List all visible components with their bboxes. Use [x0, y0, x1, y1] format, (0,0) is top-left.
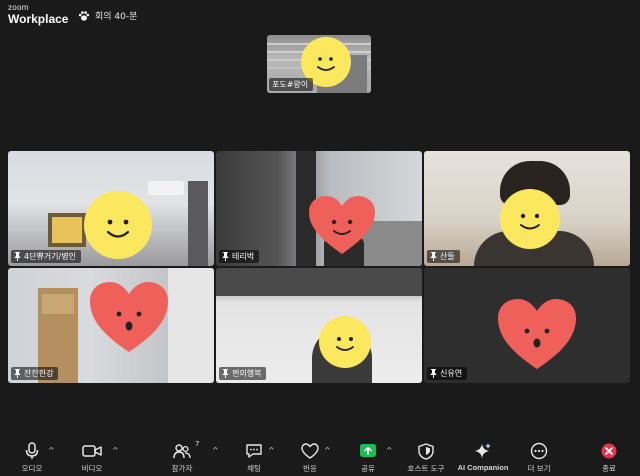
smile-emoji-cover [319, 316, 371, 368]
brand-bottom: Workplace [8, 12, 69, 26]
video-tile-4[interactable]: 잔잔한강 [8, 268, 214, 383]
participant-name: 산들 [440, 252, 455, 261]
heart-emoji-cover [498, 299, 576, 369]
shield-icon [418, 442, 434, 460]
participant-name-tag: 산들 [427, 250, 460, 263]
end-label: 종료 [602, 464, 616, 473]
participants-button[interactable]: 7 참가자 [154, 440, 210, 474]
zoom-logo: zoom Workplace [8, 3, 69, 26]
paw-icon [78, 10, 90, 21]
participant-name-tag: 신유연 [427, 367, 468, 380]
brand-top: zoom [8, 3, 29, 12]
participant-name: 4단쀼거기/병인 [24, 252, 76, 261]
camera-icon [82, 445, 102, 457]
participants-options-caret-icon[interactable]: ^ [212, 446, 219, 455]
participants-icon [173, 444, 191, 459]
video-tile-6[interactable]: 신유연 [424, 268, 630, 383]
share-options-caret-icon[interactable]: ^ [386, 446, 393, 455]
pin-icon [222, 252, 229, 261]
featured-video-tile[interactable]: 포도#왕이 [267, 35, 371, 93]
pin-icon [222, 369, 229, 378]
microphone-icon [25, 442, 39, 459]
participant-name-tag: 포도#왕이 [269, 78, 314, 91]
pin-icon [430, 252, 437, 261]
more-icon [530, 442, 548, 460]
video-options-caret-icon[interactable]: ^ [112, 446, 119, 455]
heart-emoji-cover [309, 196, 375, 254]
close-icon [601, 443, 617, 459]
ai-companion-label: AI Companion [457, 463, 509, 472]
host-tools-button[interactable]: 호스트 도구 [398, 442, 454, 474]
participant-name-tag: 테리벅 [219, 250, 260, 263]
video-tile-2[interactable]: 테리벅 [216, 151, 422, 266]
sparkle-icon [475, 443, 491, 458]
smile-emoji-cover [500, 189, 560, 249]
video-tile-3[interactable]: 산들 [424, 151, 630, 266]
meeting-info[interactable]: 회의 40-분 [78, 9, 137, 22]
share-screen-icon [360, 444, 376, 457]
pin-icon [14, 369, 21, 378]
chat-options-caret-icon[interactable]: ^ [268, 446, 275, 455]
participant-name-tag: 4단쀼거기/병인 [11, 250, 81, 263]
share-label: 공유 [361, 464, 375, 473]
participants-count-badge: 7 [195, 440, 200, 448]
participant-name-tag: 잔잔한강 [11, 367, 59, 380]
participant-name: 쩐의행복 [232, 369, 262, 378]
end-meeting-button[interactable]: 종료 [581, 442, 637, 474]
top-bar: zoom Workplace 회의 40-분 [0, 0, 640, 30]
participants-label: 참가자 [171, 464, 193, 473]
meeting-title: 회의 40-분 [95, 12, 138, 22]
audio-label: 오디오 [21, 464, 43, 473]
heart-emoji-cover [90, 282, 168, 352]
smile-emoji-cover [84, 191, 152, 259]
pin-icon [14, 252, 21, 261]
participant-name-tag: 쩐의행복 [219, 367, 267, 380]
pin-icon [430, 369, 437, 378]
reactions-options-caret-icon[interactable]: ^ [324, 446, 331, 455]
chat-icon [246, 444, 262, 458]
video-tile-5[interactable]: 쩐의행복 [216, 268, 422, 383]
featured-name: 포도#왕이 [272, 80, 309, 89]
heart-icon [301, 443, 319, 459]
meeting-toolbar: 오디오 ^ 비디오 ^ 7 참가자 ^ 채팅 ^ 반응 ^ 공유 ^ 호스트 도… [0, 438, 640, 476]
video-tile-1[interactable]: 4단쀼거기/병인 [8, 151, 214, 266]
more-label: 더 보기 [527, 464, 551, 473]
audio-options-caret-icon[interactable]: ^ [48, 446, 55, 455]
participant-name: 잔잔한강 [24, 369, 54, 378]
reactions-label: 반응 [303, 464, 317, 473]
participant-name: 신유연 [440, 369, 463, 378]
chat-label: 채팅 [247, 464, 261, 473]
more-button[interactable]: 더 보기 [511, 442, 567, 474]
video-label: 비디오 [81, 464, 103, 473]
host-tools-label: 호스트 도구 [407, 464, 445, 473]
ai-companion-button[interactable]: AI Companion [452, 442, 514, 472]
participant-name: 테리벅 [232, 252, 255, 261]
